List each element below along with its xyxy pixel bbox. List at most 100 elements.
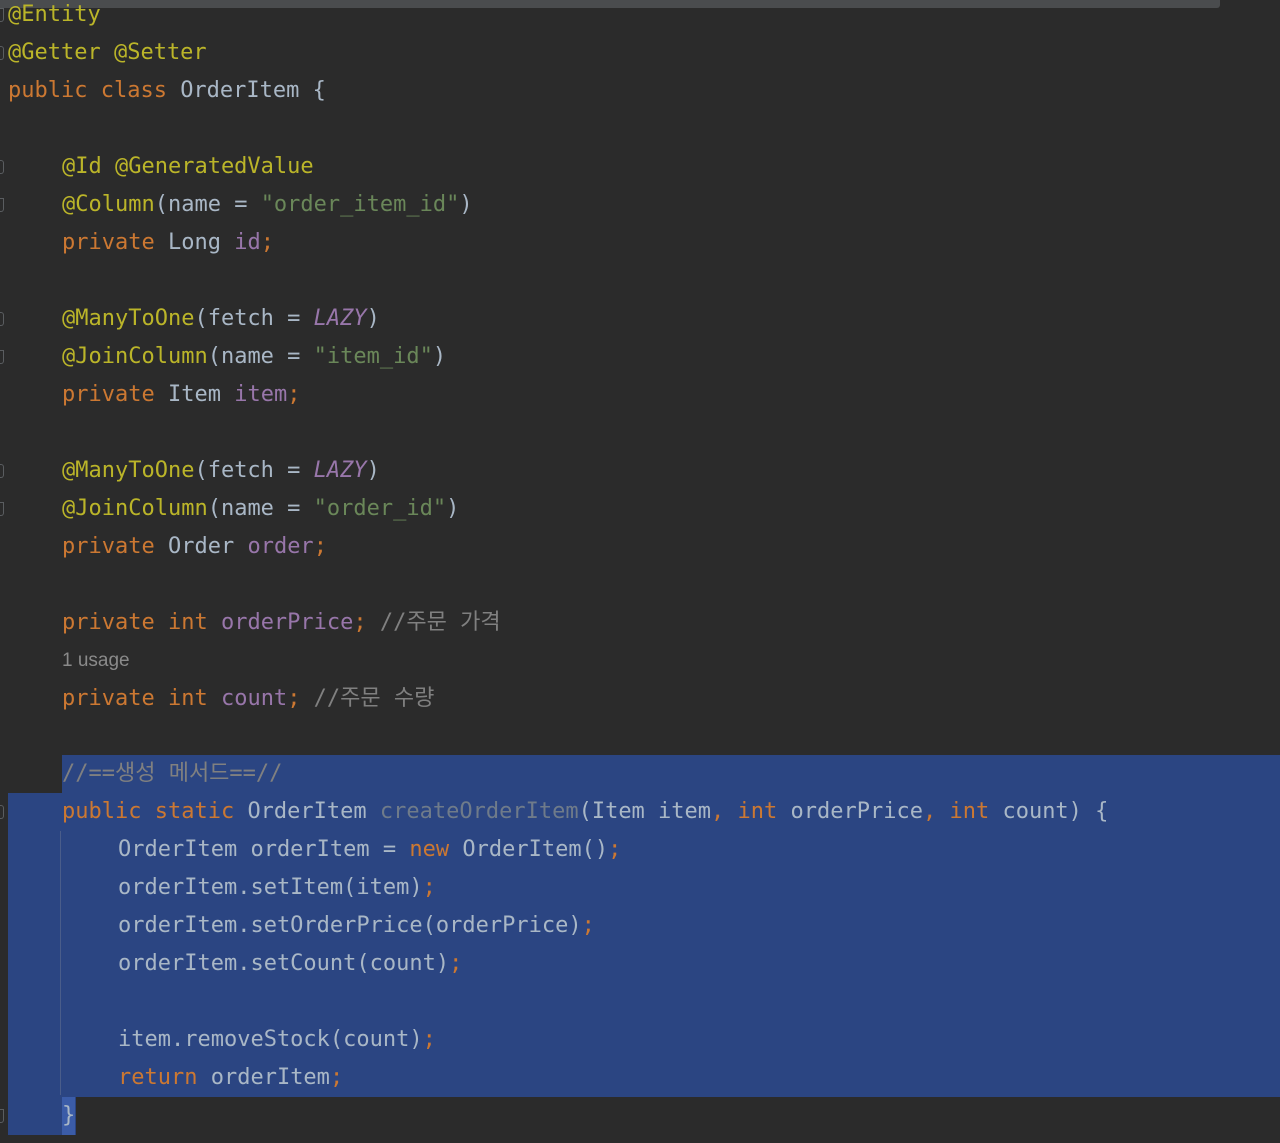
keyword: private — [62, 534, 168, 559]
keyword: int — [949, 799, 1003, 824]
code-text: ) — [432, 344, 447, 369]
code-line[interactable]: //==생성 메서드==// — [0, 755, 282, 793]
semicolon: ; — [260, 230, 274, 255]
fold-marker-icon[interactable] — [0, 502, 4, 516]
semicolon: ; — [422, 875, 436, 900]
fold-marker-icon[interactable] — [0, 160, 4, 174]
code-line[interactable]: orderItem.setItem(item); — [0, 869, 436, 907]
fold-marker-icon[interactable] — [0, 8, 4, 22]
code-line[interactable]: @ManyToOne(fetch = LAZY) — [0, 452, 380, 490]
code-text: orderItem — [210, 1065, 330, 1090]
code-line[interactable]: public static OrderItem createOrderItem(… — [0, 793, 1108, 831]
code-line[interactable]: @Column(name = "order_item_id") — [0, 186, 473, 224]
semicolon: ; — [449, 951, 463, 976]
code-text: orderPrice — [790, 799, 923, 824]
keyword: private int — [62, 686, 221, 711]
string-literal: "item_id" — [313, 344, 433, 369]
code-line[interactable]: @JoinColumn(name = "order_id") — [0, 490, 459, 528]
code-text: (fetch = — [194, 458, 314, 483]
semicolon: ; — [581, 913, 595, 938]
code-text: ) — [366, 306, 380, 331]
semicolon: ; — [313, 534, 327, 559]
keyword: return — [118, 1065, 211, 1090]
code-line[interactable]: private Long id; — [0, 224, 274, 262]
code-text: ) — [459, 192, 473, 217]
fold-marker-icon[interactable] — [0, 805, 4, 819]
keyword: new — [409, 837, 463, 862]
fold-marker-icon[interactable] — [0, 350, 4, 364]
annotation: @Getter @Setter — [8, 40, 207, 65]
keyword: int — [737, 799, 791, 824]
field-name: order — [247, 534, 314, 559]
code-text: (name = — [207, 344, 314, 369]
code-line[interactable]: OrderItem orderItem = new OrderItem(); — [0, 831, 621, 869]
code-line[interactable]: } — [0, 1097, 76, 1135]
type-name: Item — [167, 382, 235, 407]
type-name: Order — [167, 534, 248, 559]
semicolon: ; — [353, 610, 367, 635]
code-line[interactable]: orderItem.setOrderPrice(orderPrice); — [0, 907, 595, 945]
code-line[interactable]: @Entity — [0, 0, 101, 34]
annotation: @ManyToOne — [62, 306, 195, 331]
code-line[interactable]: @Id @GeneratedValue — [0, 148, 314, 186]
semicolon: ; — [422, 1027, 436, 1052]
annotation: @ManyToOne — [62, 458, 195, 483]
comment: //주문 수량 — [300, 686, 435, 711]
code-line[interactable]: private int count; //주문 수량 — [0, 680, 434, 718]
code-text: OrderItem() — [462, 837, 609, 862]
keyword: private — [62, 382, 168, 407]
code-text: (name = — [154, 192, 261, 217]
code-text: ) — [446, 496, 460, 521]
field-name: item — [234, 382, 288, 407]
keyword: private — [62, 230, 168, 255]
static-constant: LAZY — [313, 458, 367, 483]
comma: , — [922, 799, 950, 824]
comment: //주문 가격 — [366, 610, 501, 635]
semicolon: ; — [287, 686, 301, 711]
field-name: id — [234, 230, 261, 255]
annotation: @Entity — [8, 2, 101, 27]
static-constant: LAZY — [313, 306, 367, 331]
class-name: OrderItem { — [180, 78, 326, 103]
fold-marker-icon[interactable] — [0, 46, 4, 60]
code-line[interactable]: orderItem.setCount(count); — [0, 945, 462, 983]
field-name: orderPrice — [220, 610, 354, 635]
fold-marker-icon[interactable] — [0, 464, 4, 478]
annotation: @Column — [62, 192, 155, 217]
code-text: ) — [366, 458, 380, 483]
code-text: count) { — [1002, 799, 1109, 824]
code-line[interactable]: public class OrderItem { — [0, 72, 326, 110]
type-name: OrderItem — [247, 799, 380, 824]
semicolon: ; — [329, 1065, 344, 1090]
code-text: orderItem.setItem(item) — [118, 875, 423, 900]
horizontal-scrollbar[interactable] — [0, 0, 1220, 8]
fold-marker-icon[interactable] — [0, 1109, 4, 1123]
fold-marker-icon[interactable] — [0, 198, 4, 212]
code-text: (name = — [207, 496, 314, 521]
keyword: public class — [8, 78, 181, 103]
string-literal: "order_item_id" — [260, 192, 460, 217]
usage-hint[interactable]: 1 usage — [62, 642, 130, 680]
code-editor[interactable]: @Entity @Getter @Setter public class Ord… — [0, 0, 1280, 1143]
code-line[interactable]: return orderItem; — [0, 1059, 343, 1097]
code-line[interactable]: private Item item; — [0, 376, 300, 414]
code-text: OrderItem orderItem = — [118, 837, 410, 862]
keyword: private int — [62, 610, 221, 635]
code-line[interactable]: @JoinColumn(name = "item_id") — [0, 338, 446, 376]
code-line[interactable]: private Order order; — [0, 528, 327, 566]
annotation: @JoinColumn — [62, 496, 208, 521]
code-text: (Item item — [578, 799, 712, 824]
code-line[interactable]: @Getter @Setter — [0, 34, 207, 72]
keyword: public static — [62, 799, 248, 824]
code-line[interactable]: private int orderPrice; //주문 가격 — [0, 604, 501, 642]
code-line[interactable]: item.removeStock(count); — [0, 1021, 436, 1059]
string-literal: "order_id" — [313, 496, 447, 521]
field-name: count — [220, 686, 288, 711]
comma: , — [711, 799, 738, 824]
code-text: (fetch = — [194, 306, 314, 331]
method-name: createOrderItem — [379, 799, 579, 824]
fold-marker-icon[interactable] — [0, 312, 4, 326]
code-text: orderItem.setOrderPrice(orderPrice) — [118, 913, 582, 938]
indent-guide — [60, 831, 61, 1095]
code-line[interactable]: @ManyToOne(fetch = LAZY) — [0, 300, 380, 338]
